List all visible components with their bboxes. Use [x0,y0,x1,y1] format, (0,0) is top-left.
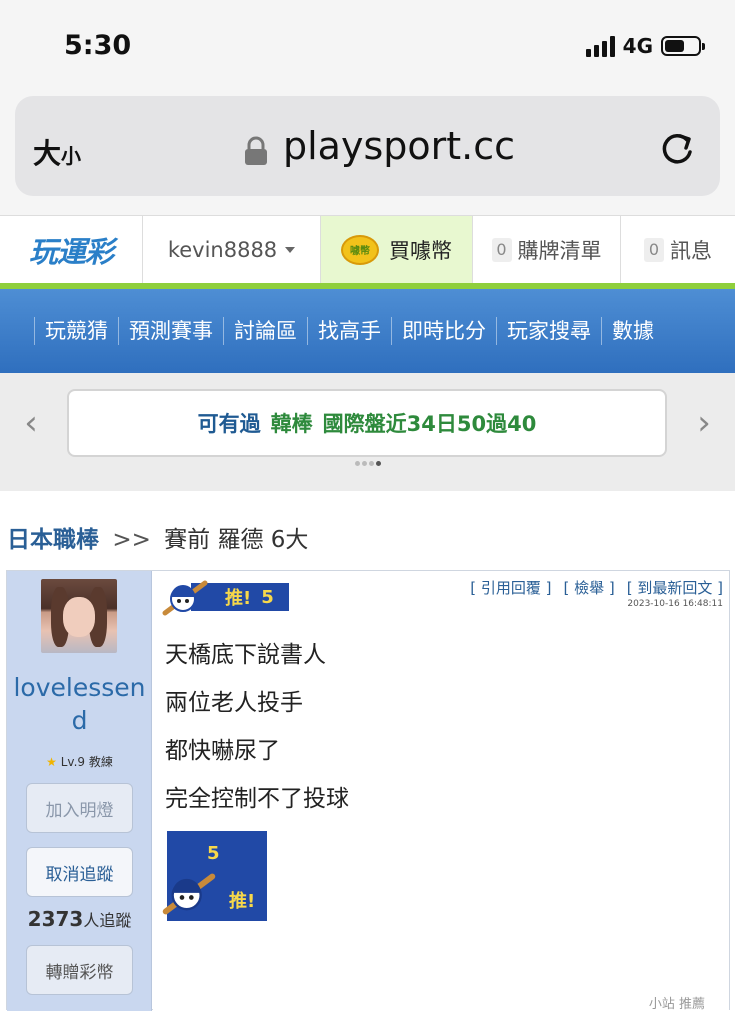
cart-count: 0 [491,237,512,262]
menu-item-guess[interactable]: 玩競猜 [34,317,118,345]
chevron-right-icon[interactable]: › [689,403,719,443]
add-light-button[interactable]: 加入明燈 [26,783,133,833]
push-box-count: 5 [207,843,220,864]
post-line: 都快嚇尿了 [165,738,280,764]
promo-banner[interactable]: 可有過 韓棒 國際盤近34日50過40 [67,389,667,457]
browser-chrome: 大小 playsport.cc [0,90,735,215]
post-line: 兩位老人投手 [165,690,303,716]
promo-text: 國際盤近34日50過40 [322,412,537,436]
quote-reply-link[interactable]: [ 引用回覆 ] [470,577,551,598]
post-line: 天橋底下說書人 [165,642,326,668]
text-size-label-small: 小 [61,144,82,168]
post-timestamp: 2023-10-16 16:48:11 [627,599,723,609]
text-size-button[interactable]: 大小 [33,132,81,172]
follower-number: 2373 [27,907,84,931]
signal-icon [585,35,615,57]
thread-title: 賽前 羅德 6大 [164,527,309,553]
carousel-dots [355,461,381,466]
messages-count: 0 [644,237,664,262]
mascot-icon [162,580,208,616]
report-link[interactable]: [ 檢舉 ] [564,577,615,598]
post-content: 推! 5 [ 引用回覆 ] [ 檢舉 ] [ 到最新回文 ] 2023-10-1… [153,571,729,1012]
follower-count: 2373人追蹤 [7,907,152,931]
menu-item-predict[interactable]: 預測賽事 [118,317,223,345]
network-label: 4G [622,34,653,58]
breadcrumb-board[interactable]: 日本職棒 [7,527,99,553]
push-button[interactable]: 5 推! [162,831,267,921]
push-box-label: 推! [229,891,256,912]
status-time: 5:30 [64,30,132,61]
carousel-dot[interactable] [362,461,367,466]
user-menu[interactable]: kevin8888 [143,216,321,283]
promo-lead: 可有過 [197,412,261,436]
menu-item-player-search[interactable]: 玩家搜尋 [496,317,601,345]
carousel-dot[interactable] [355,461,360,466]
promo-carousel: ‹ 可有過 韓棒 國際盤近34日50過40 › [0,373,735,491]
post-body: 天橋底下說書人 兩位老人投手 都快嚇尿了 完全控制不了投球 [165,631,349,823]
lock-icon [245,136,267,165]
cart-label: 購牌清單 [517,238,602,263]
unfollow-button[interactable]: 取消追蹤 [26,847,133,897]
breadcrumb-separator: >> [112,527,151,553]
site-logo[interactable]: 玩運彩 [0,216,143,283]
mascot-icon [162,873,216,915]
carousel-dot[interactable] [369,461,374,466]
buy-coins-label: 買噱幣 [389,238,452,263]
breadcrumb: 日本職棒 >> 賽前 羅德 6大 [7,520,308,554]
battery-icon [661,36,705,56]
chevron-down-icon [285,246,296,253]
menu-item-forum[interactable]: 討論區 [223,317,307,345]
reload-icon[interactable] [656,128,698,170]
author-level: ★ Lv.9 教練 [7,753,152,770]
messages-button[interactable]: 0 訊息 [621,216,735,283]
buy-coins-button[interactable]: 噱幣 買噱幣 [321,216,473,283]
carousel-dot-active[interactable] [376,461,381,466]
author-level-text: Lv.9 教練 [60,755,113,769]
follower-label: 人追蹤 [83,911,132,930]
url-host[interactable]: playsport.cc [283,124,515,168]
post-actions: [ 引用回覆 ] [ 檢舉 ] [ 到最新回文 ] [470,577,723,598]
gift-coins-button[interactable]: 轉贈彩幣 [26,945,133,995]
status-indicators: 4G [585,34,705,58]
chevron-left-icon[interactable]: ‹ [16,403,46,443]
push-label: 推! [225,588,252,609]
author-name[interactable]: lovelessend [7,671,152,737]
avatar[interactable] [41,579,117,653]
address-bar[interactable]: 大小 playsport.cc [15,96,720,196]
author-panel: lovelessend ★ Lv.9 教練 加入明燈 取消追蹤 2373人追蹤 … [7,571,152,1011]
username: kevin8888 [167,237,278,262]
cart-button[interactable]: 0 購牌清單 [473,216,621,283]
promo-league: 韓棒 [270,412,313,436]
main-menu: 玩競猜 預測賽事 討論區 找高手 即時比分 玩家搜尋 數據 [0,289,735,373]
text-size-label: 大 [33,137,62,170]
menu-item-stats[interactable]: 數據 [601,317,654,345]
footer-note: 小站 推薦 [648,997,705,1012]
status-bar: 5:30 4G [0,0,735,90]
push-badge: 推! 5 [161,579,289,616]
menu-item-experts[interactable]: 找高手 [307,317,391,345]
coin-icon: 噱幣 [341,234,379,265]
latest-reply-link[interactable]: [ 到最新回文 ] [627,577,723,598]
messages-label: 訊息 [670,238,712,263]
star-icon: ★ [46,755,57,769]
site-top-nav: 玩運彩 kevin8888 噱幣 買噱幣 0 購牌清單 0 訊息 [0,215,735,283]
menu-item-live-score[interactable]: 即時比分 [391,317,496,345]
forum-post: lovelessend ★ Lv.9 教練 加入明燈 取消追蹤 2373人追蹤 … [6,570,730,1012]
post-line: 完全控制不了投球 [165,786,349,812]
push-count: 5 [261,586,274,608]
